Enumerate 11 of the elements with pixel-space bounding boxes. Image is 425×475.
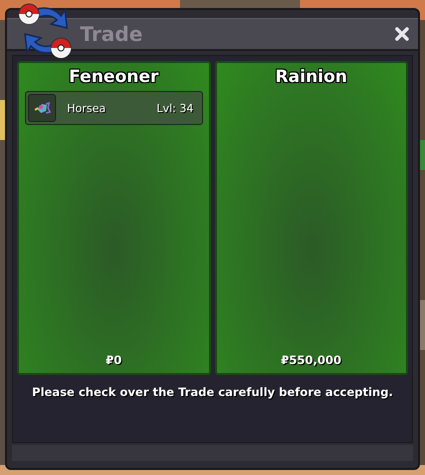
money-amount: ₽550,000	[281, 353, 342, 367]
item-level: Lvl: 34	[156, 102, 194, 114]
trader-name: Rainion	[275, 67, 348, 87]
item-name: Horsea	[67, 102, 107, 114]
trade-warning-text: Please check over the Trade carefully before accepting.	[31, 385, 394, 399]
money-amount: ₽0	[106, 353, 122, 367]
close-icon[interactable]	[394, 26, 410, 42]
trader-name: Feneoner	[68, 67, 159, 87]
trade-item[interactable]: Horsea Lvl: 34	[25, 91, 202, 125]
creature-icon	[28, 94, 56, 122]
window-title: Trade	[80, 22, 144, 46]
